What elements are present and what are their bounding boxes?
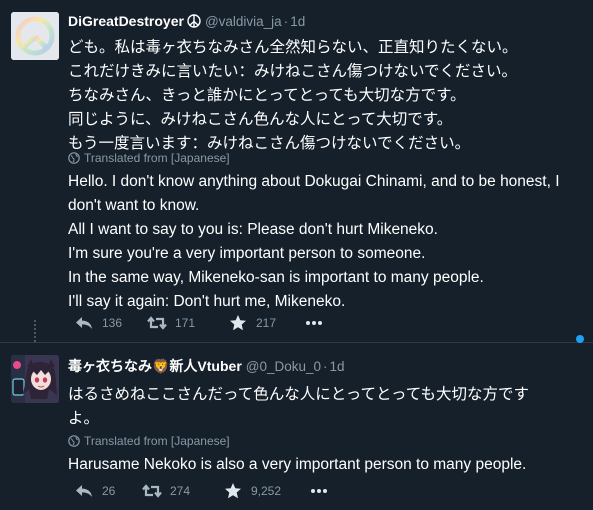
display-name[interactable]: 毒ヶ衣ちなみ🦁新人Vtuber [68,358,242,374]
globe-icon [68,152,80,164]
text-line: ちなみさん、きっと誰かにとってとっても大切な方です。 [68,87,466,104]
peace-sign-avatar-icon [11,12,59,60]
handle[interactable]: @0_Doku_0 [246,359,321,374]
avatar[interactable] [11,12,59,60]
retweet-button[interactable]: 171 [147,313,195,333]
reply-icon [76,485,92,497]
text-line: 同じように、みけねこさん色んな人にとって大切です。 [68,111,453,128]
text-line: Hello. I don't know anything about Dokug… [68,173,560,214]
reply-button[interactable]: 26 [74,481,115,501]
more-dots-icon [311,489,327,493]
text-line: はるさめねここさんだって色んな人にとってとっても大切な方です [68,386,529,403]
text-line: Harusame Nekoko is also a very important… [68,456,527,473]
tweet[interactable]: 毒ヶ衣ちなみ🦁新人Vtuber @0_Doku_0 · 1d はるさめねここさんだって… [0,345,593,510]
translated-from-label[interactable]: Translated from [Japanese] [68,150,230,166]
translated-from-label[interactable]: Translated from [Japanese] [68,433,230,449]
more-options-button[interactable] [304,313,324,333]
globe-icon [68,435,80,447]
thread-connector [34,320,36,342]
tweet-text-original: ども。私は毒ヶ衣ちなみさん全然知らない、正直知りたくない。 これだけきみに言いた… [68,36,578,156]
separator: · [283,14,289,29]
like-count: 217 [256,316,277,330]
retweet-count: 171 [175,316,196,330]
reply-button[interactable]: 136 [74,313,122,333]
tweet-text-translation: Hello. I don't know anything about Dokug… [68,170,578,314]
star-icon [230,315,246,331]
separator: · [323,359,328,374]
like-button[interactable]: 9,252 [223,481,281,501]
more-options-button[interactable] [309,481,329,501]
like-button[interactable]: 217 [228,313,276,333]
retweet-button[interactable]: 274 [142,481,190,501]
peace-badge-icon [187,14,201,28]
tweet[interactable]: DiGreatDestroyer @valdivia_ja · 1d ども。私は毒ヶ衣… [0,0,593,343]
reply-icon [76,317,92,329]
text-line: これだけきみに言いたい：みけねこさん傷つけないでください。 [68,63,518,80]
timestamp[interactable]: 1d [290,14,305,29]
text-line: In the same way, Mikeneko-san is importa… [68,269,484,286]
tweet-header: 毒ヶ衣ちなみ🦁新人Vtuber @0_Doku_0 · 1d [68,357,345,375]
text-line: よ。 [68,410,100,427]
text-line: I'm sure you're a very important person … [68,245,426,262]
text-line: ども。私は毒ヶ衣ちなみさん全然知らない、正直知りたくない。 [68,39,518,56]
more-dots-icon [306,321,322,325]
translated-label-text: Translated from [Japanese] [84,434,230,448]
tweet-header: DiGreatDestroyer @valdivia_ja · 1d [68,12,305,30]
handle[interactable]: @valdivia_ja [205,14,282,29]
display-name[interactable]: DiGreatDestroyer [68,13,184,29]
tweet-text-original: はるさめねここさんだって色んな人にとってとっても大切な方です よ。 [68,383,558,431]
retweet-icon [147,316,167,330]
translated-label-text: Translated from [Japanese] [84,151,230,165]
unread-indicator [576,335,584,343]
tweet-text-translation: Harusame Nekoko is also a very important… [68,453,578,477]
like-count: 9,252 [251,484,282,498]
star-icon [225,483,241,499]
anime-avatar-icon [11,355,59,403]
retweet-icon [142,484,162,498]
text-line: All I want to say to you is: Please don'… [68,221,438,238]
timestamp[interactable]: 1d [330,359,345,374]
reply-count: 26 [102,484,116,498]
text-line: I'll say it again: Don't hurt me, Mikene… [68,293,346,310]
retweet-count: 274 [170,484,191,498]
timeline: DiGreatDestroyer @valdivia_ja · 1d ども。私は毒ヶ衣… [0,0,593,510]
reply-count: 136 [102,316,123,330]
avatar[interactable] [11,355,59,403]
